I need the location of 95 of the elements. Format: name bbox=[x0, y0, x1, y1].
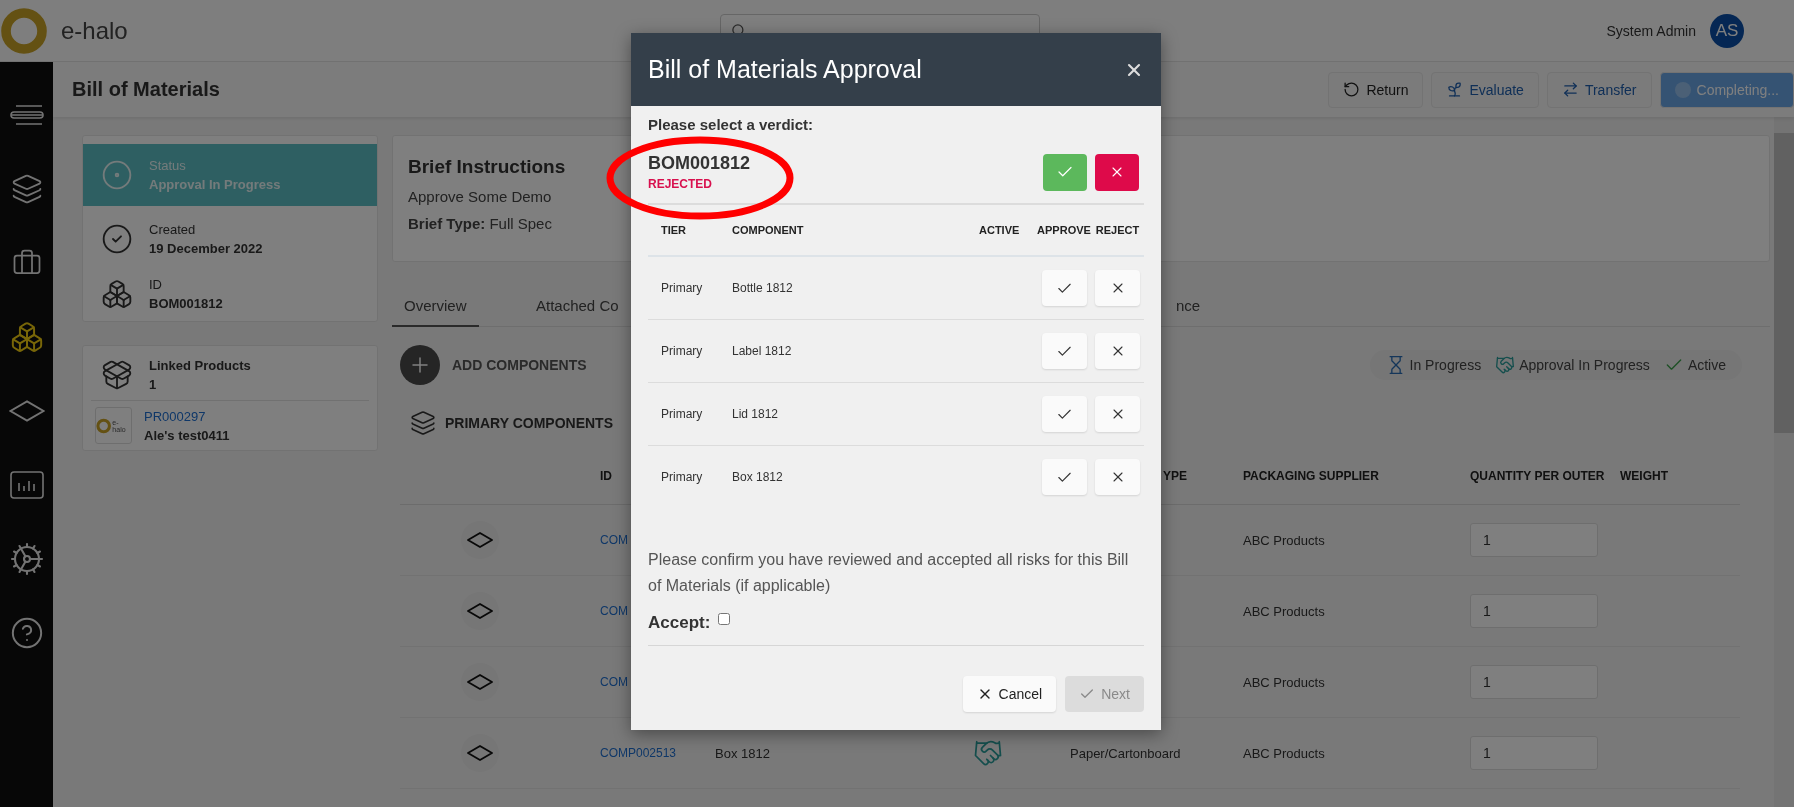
field-value: Approval In Progress bbox=[149, 177, 281, 192]
bar-chart-icon[interactable] bbox=[9, 471, 44, 499]
confirm-text: Please confirm you have reviewed and accepted all risks for this Bill of Materials (if applicable) bbox=[648, 550, 1130, 596]
user-name: System Admin bbox=[1606, 22, 1696, 39]
logo-icon bbox=[0, 6, 48, 55]
column-header: TIER bbox=[660, 224, 687, 236]
table-cell-text: Primary bbox=[660, 344, 704, 358]
table-cell-text: ABC Products bbox=[1243, 603, 1326, 619]
handshake-icon bbox=[1495, 355, 1516, 375]
sprout-icon bbox=[1446, 81, 1464, 98]
menu-icon[interactable] bbox=[9, 103, 44, 127]
column-header: ID bbox=[600, 468, 612, 483]
diamond-icon bbox=[467, 745, 493, 761]
field-label: Status bbox=[149, 158, 187, 173]
tab[interactable]: Overview bbox=[392, 285, 479, 327]
return-button[interactable]: Return bbox=[1328, 71, 1424, 108]
add-components-button[interactable]: ADD COMPONENTS bbox=[400, 345, 587, 385]
layers-icon[interactable] bbox=[10, 173, 43, 205]
cancel-button[interactable]: Cancel bbox=[962, 676, 1057, 712]
item-id: BOM001812 bbox=[648, 153, 751, 174]
column-header: QUANTITY PER OUTER bbox=[1470, 468, 1605, 483]
reject-all-button[interactable] bbox=[1095, 153, 1139, 191]
legend-label: Approval In Progress bbox=[1519, 357, 1650, 373]
diamond-icon bbox=[467, 532, 493, 548]
column-header: WEIGHT bbox=[1620, 468, 1668, 483]
column-header: YPE bbox=[1163, 468, 1187, 483]
verdict-prompt: Please select a verdict: bbox=[648, 116, 815, 133]
section-title: Linked Products bbox=[149, 358, 251, 373]
table-cell-text: Lid 1812 bbox=[731, 407, 780, 421]
table-cell-text: ABC Products bbox=[1243, 674, 1326, 690]
quantity-field[interactable]: 1 bbox=[1470, 523, 1598, 557]
boxes-icon[interactable] bbox=[9, 320, 44, 354]
target-icon bbox=[101, 159, 133, 191]
package-icon bbox=[101, 359, 133, 391]
layers-icon bbox=[410, 410, 436, 436]
table-cell-text: ABC Products bbox=[1243, 745, 1326, 761]
evaluate-button[interactable]: Evaluate bbox=[1431, 71, 1539, 108]
quantity-field[interactable]: 1 bbox=[1470, 594, 1598, 628]
undo-icon bbox=[1343, 81, 1361, 98]
brief-type: Brief Type: Full Spec bbox=[408, 215, 552, 232]
column-header: APPROVE bbox=[1037, 224, 1091, 236]
reject-button[interactable] bbox=[1095, 270, 1140, 306]
table-cell-text: Paper/Cartonboard bbox=[1070, 745, 1182, 761]
column-header: PACKAGING SUPPLIER bbox=[1243, 468, 1379, 483]
reject-button[interactable] bbox=[1095, 396, 1140, 432]
logo-icon bbox=[96, 417, 112, 434]
table-cell-text: Bottle 1812 bbox=[731, 281, 794, 295]
scrollbar[interactable] bbox=[1774, 117, 1794, 807]
table-cell-text: Primary bbox=[660, 281, 704, 295]
diamond-icon[interactable] bbox=[8, 400, 45, 422]
diamond-icon bbox=[467, 674, 493, 690]
reject-button[interactable] bbox=[1095, 333, 1140, 369]
column-header: REJECT bbox=[1095, 224, 1140, 236]
boxes-icon bbox=[101, 277, 133, 310]
table-cell-text: ABC Products bbox=[1243, 532, 1326, 548]
field-value: BOM001812 bbox=[149, 295, 223, 311]
diamond-icon bbox=[467, 603, 493, 619]
product-count: 1 bbox=[149, 377, 158, 392]
approve-all-button[interactable] bbox=[1043, 153, 1087, 191]
dialog-title: Bill of Materials Approval bbox=[648, 55, 922, 84]
field-label: Created bbox=[149, 221, 197, 237]
product-link[interactable]: PR000297 bbox=[144, 408, 230, 424]
legend-label: Active bbox=[1687, 357, 1726, 373]
brief-title: Brief Instructions bbox=[408, 156, 566, 178]
help-icon[interactable] bbox=[9, 616, 44, 650]
swap-icon bbox=[1561, 81, 1579, 98]
user-avatar[interactable]: AS bbox=[1710, 13, 1744, 48]
brand-name: e-halo bbox=[61, 16, 128, 45]
column-header: COMPONENT bbox=[731, 224, 804, 236]
column-header: ACTIVE bbox=[978, 224, 1020, 236]
product-name: Ale's test0411 bbox=[144, 427, 230, 443]
check-circle-icon bbox=[101, 222, 133, 255]
table-cell-text: Primary bbox=[660, 407, 704, 421]
brief-text: Approve Some Demo bbox=[408, 188, 552, 205]
reject-button[interactable] bbox=[1095, 459, 1140, 495]
settings-icon[interactable] bbox=[8, 541, 45, 577]
accept-label: Accept: bbox=[648, 613, 711, 633]
quantity-field[interactable]: 1 bbox=[1470, 736, 1598, 770]
legend-label: In Progress bbox=[1409, 357, 1482, 373]
table-cell-text: Primary bbox=[660, 470, 704, 484]
accept-checkbox[interactable] bbox=[718, 613, 731, 625]
component-link[interactable]: COMP002513 bbox=[600, 746, 715, 760]
quantity-field[interactable]: 1 bbox=[1470, 665, 1598, 699]
page-title: Bill of Materials bbox=[72, 78, 220, 101]
field-value: 19 December 2022 bbox=[149, 240, 263, 256]
field-label: ID bbox=[149, 276, 163, 292]
section-title: PRIMARY COMPONENTS bbox=[445, 415, 613, 431]
table-cell-text: Label 1812 bbox=[731, 344, 793, 358]
table-cell-text: Box 1812 bbox=[715, 745, 771, 761]
tab[interactable]: Attached Co bbox=[524, 285, 631, 327]
table-cell-text: Box 1812 bbox=[731, 470, 784, 484]
busy-button[interactable]: Completing... bbox=[1659, 71, 1794, 108]
transfer-button[interactable]: Transfer bbox=[1546, 71, 1652, 108]
tab[interactable]: nce bbox=[1164, 285, 1213, 327]
verdict-status: REJECTED bbox=[648, 177, 713, 191]
